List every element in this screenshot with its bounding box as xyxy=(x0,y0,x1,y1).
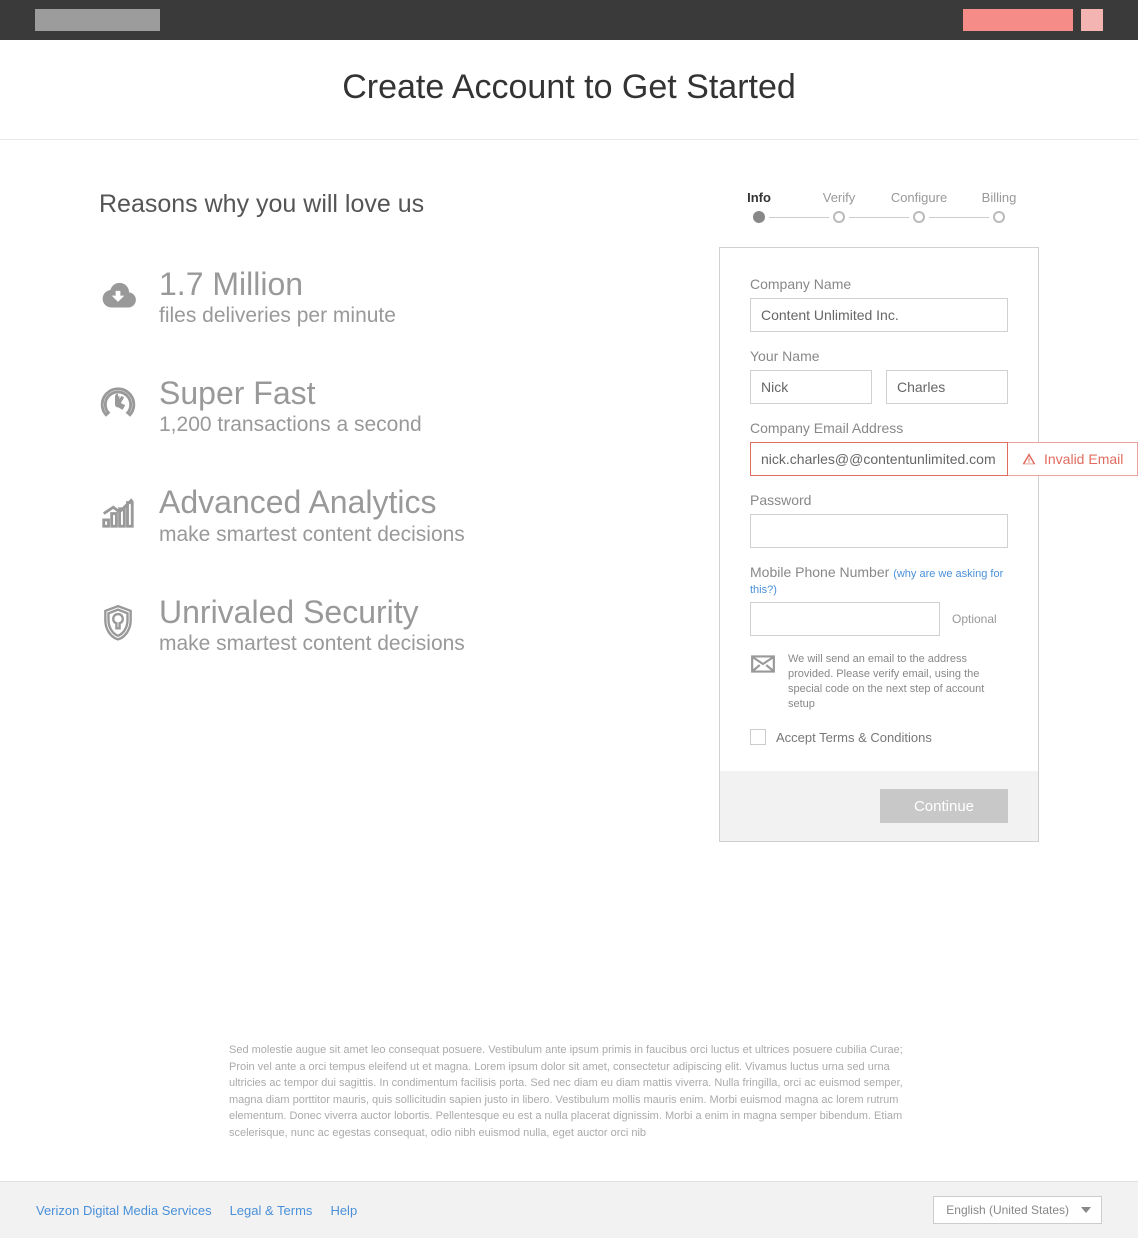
name-label: Your Name xyxy=(750,348,1008,364)
analytics-icon xyxy=(99,485,139,536)
footer: Verizon Digital Media Services Legal & T… xyxy=(0,1181,1138,1238)
feature-title: Super Fast xyxy=(159,376,422,411)
stepper: Info Verify Configure Billing xyxy=(719,190,1039,223)
step-verify: Verify xyxy=(799,190,879,223)
email-input[interactable] xyxy=(750,442,1008,476)
language-select[interactable]: English (United States) xyxy=(933,1196,1102,1224)
feature-subtitle: 1,200 transactions a second xyxy=(159,413,422,437)
footer-link-help[interactable]: Help xyxy=(330,1203,357,1218)
email-label: Company Email Address xyxy=(750,420,1008,436)
chevron-down-icon xyxy=(1081,1203,1091,1217)
mail-icon xyxy=(750,654,776,674)
legal-text: Sed molestie augue sit amet leo consequa… xyxy=(209,1042,929,1141)
email-notice: We will send an email to the address pro… xyxy=(750,652,1008,711)
first-name-input[interactable] xyxy=(750,370,872,404)
logo-placeholder xyxy=(35,9,160,31)
step-dot-icon xyxy=(753,211,765,223)
panel-footer: Continue xyxy=(720,771,1038,841)
company-label: Company Name xyxy=(750,276,1008,292)
step-configure: Configure xyxy=(879,190,959,223)
topbar xyxy=(0,0,1138,40)
page-title: Create Account to Get Started xyxy=(0,68,1138,107)
feature-title: Advanced Analytics xyxy=(159,485,465,520)
signup-panel: Company Name Your Name Company Email Add… xyxy=(719,247,1039,842)
step-dot-icon xyxy=(913,211,925,223)
feature-item: Advanced Analytics make smartest content… xyxy=(99,485,699,546)
email-error: Invalid Email xyxy=(1008,442,1138,476)
continue-button[interactable]: Continue xyxy=(880,789,1008,823)
step-billing: Billing xyxy=(959,190,1039,223)
terms-checkbox[interactable] xyxy=(750,729,766,745)
step-info: Info xyxy=(719,190,799,223)
feature-title: 1.7 Million xyxy=(159,267,396,302)
footer-link-legal[interactable]: Legal & Terms xyxy=(230,1203,313,1218)
feature-item: Unrivaled Security make smartest content… xyxy=(99,595,699,656)
left-column: Reasons why you will love us 1.7 Million… xyxy=(99,190,699,842)
hero: Create Account to Get Started xyxy=(0,40,1138,140)
optional-label: Optional xyxy=(952,612,997,626)
company-input[interactable] xyxy=(750,298,1008,332)
terms-label: Accept Terms & Conditions xyxy=(776,730,932,745)
reasons-title: Reasons why you will love us xyxy=(99,190,699,219)
feature-title: Unrivaled Security xyxy=(159,595,465,630)
footer-link-brand[interactable]: Verizon Digital Media Services xyxy=(36,1203,212,1218)
phone-label: Mobile Phone Number (why are we asking f… xyxy=(750,564,1008,596)
feature-item: 1.7 Million files deliveries per minute xyxy=(99,267,699,328)
feature-subtitle: make smartest content decisions xyxy=(159,632,465,656)
gauge-icon xyxy=(99,376,139,427)
password-label: Password xyxy=(750,492,1008,508)
topbar-actions xyxy=(963,9,1103,31)
topbar-button-primary[interactable] xyxy=(963,9,1073,31)
feature-subtitle: make smartest content decisions xyxy=(159,523,465,547)
warning-icon xyxy=(1022,452,1036,466)
right-column: Info Verify Configure Billing Company xyxy=(719,190,1039,842)
cloud-download-icon xyxy=(99,267,139,318)
topbar-button-square[interactable] xyxy=(1081,9,1103,31)
password-input[interactable] xyxy=(750,514,1008,548)
step-dot-icon xyxy=(833,211,845,223)
phone-input[interactable] xyxy=(750,602,940,636)
shield-icon xyxy=(99,595,139,646)
feature-subtitle: files deliveries per minute xyxy=(159,304,396,328)
feature-item: Super Fast 1,200 transactions a second xyxy=(99,376,699,437)
step-dot-icon xyxy=(993,211,1005,223)
last-name-input[interactable] xyxy=(886,370,1008,404)
